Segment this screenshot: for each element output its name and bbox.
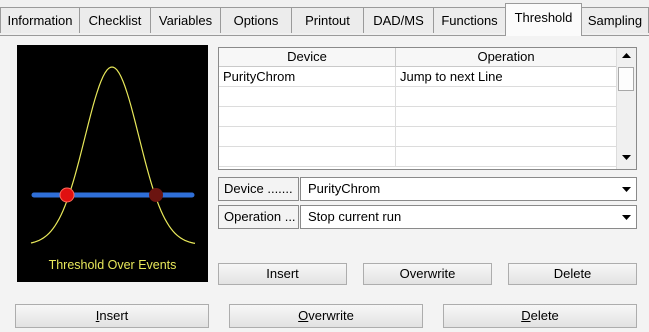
tab-threshold[interactable]: Threshold [505,3,582,36]
event-table[interactable]: Device Operation PurityChrom Jump to nex… [218,47,637,170]
tab-information[interactable]: Information [0,7,80,33]
operation-row: Operation ... Stop current run [218,205,637,229]
device-select-value: PurityChrom [308,181,381,196]
column-header-operation[interactable]: Operation [396,48,617,67]
table-cell-device[interactable] [219,87,396,107]
table-cell-device[interactable] [219,127,396,147]
table-row[interactable] [219,107,617,127]
threshold-graph: Threshold Over Events [17,45,208,282]
table-cell-operation[interactable] [396,147,617,167]
tab-options[interactable]: Options [220,7,292,33]
inner-insert-button[interactable]: Insert [218,263,347,285]
tab-printout[interactable]: Printout [291,7,364,33]
table-header: Device Operation [219,48,617,67]
device-row: Device ....... PurityChrom [218,177,637,201]
table-cell-operation[interactable]: Jump to next Line [396,67,617,87]
inner-delete-label: Delete [553,266,592,281]
scrollbar-thumb[interactable] [618,67,634,91]
tab-sampling[interactable]: Sampling [581,7,649,33]
device-select[interactable]: PurityChrom [300,177,637,201]
threshold-curve-chart [30,66,196,244]
arrow-up-icon[interactable] [617,48,636,65]
tab-dad-ms[interactable]: DAD/MS [363,7,434,33]
operation-label: Operation ... [218,205,299,229]
tab-checklist[interactable]: Checklist [79,7,151,33]
table-cell-operation[interactable] [396,87,617,107]
table-cell-device[interactable] [219,107,396,127]
table-row[interactable] [219,147,617,167]
tab-functions[interactable]: Functions [433,7,506,33]
operation-select[interactable]: Stop current run [300,205,637,229]
chevron-down-icon[interactable] [617,206,636,228]
table-body: PurityChrom Jump to next Line [219,67,617,167]
insert-button[interactable]: Insert [15,304,209,328]
table-row[interactable] [219,87,617,107]
table-cell-operation[interactable] [396,107,617,127]
chevron-down-icon[interactable] [617,178,636,200]
table-cell-operation[interactable] [396,127,617,147]
arrow-down-icon[interactable] [617,150,636,167]
table-row[interactable]: PurityChrom Jump to next Line [219,67,617,87]
inner-overwrite-button[interactable]: Overwrite [363,263,492,285]
table-cell-device[interactable]: PurityChrom [219,67,396,87]
tab-strip: Information Checklist Variables Options … [0,0,649,36]
delete-button[interactable]: Delete [443,304,637,328]
table-scrollbar[interactable] [616,48,636,169]
event-marker-end [149,188,163,202]
table-cell-device[interactable] [219,147,396,167]
inner-overwrite-label: Overwrite [399,266,456,281]
inner-delete-button[interactable]: Delete [508,263,637,285]
event-marker-start [59,187,75,203]
tab-variables[interactable]: Variables [150,7,221,33]
inner-insert-label: Insert [266,266,299,281]
peak-curve [30,66,196,244]
insert-label: Insert [95,308,129,323]
overwrite-label: Overwrite [298,308,354,323]
operation-select-value: Stop current run [308,209,402,224]
column-header-device[interactable]: Device [219,48,396,67]
device-label: Device ....... [218,177,299,201]
graph-caption: Threshold Over Events [48,258,177,272]
delete-label: Delete [521,308,559,323]
overwrite-button[interactable]: Overwrite [229,304,423,328]
table-row[interactable] [219,127,617,147]
